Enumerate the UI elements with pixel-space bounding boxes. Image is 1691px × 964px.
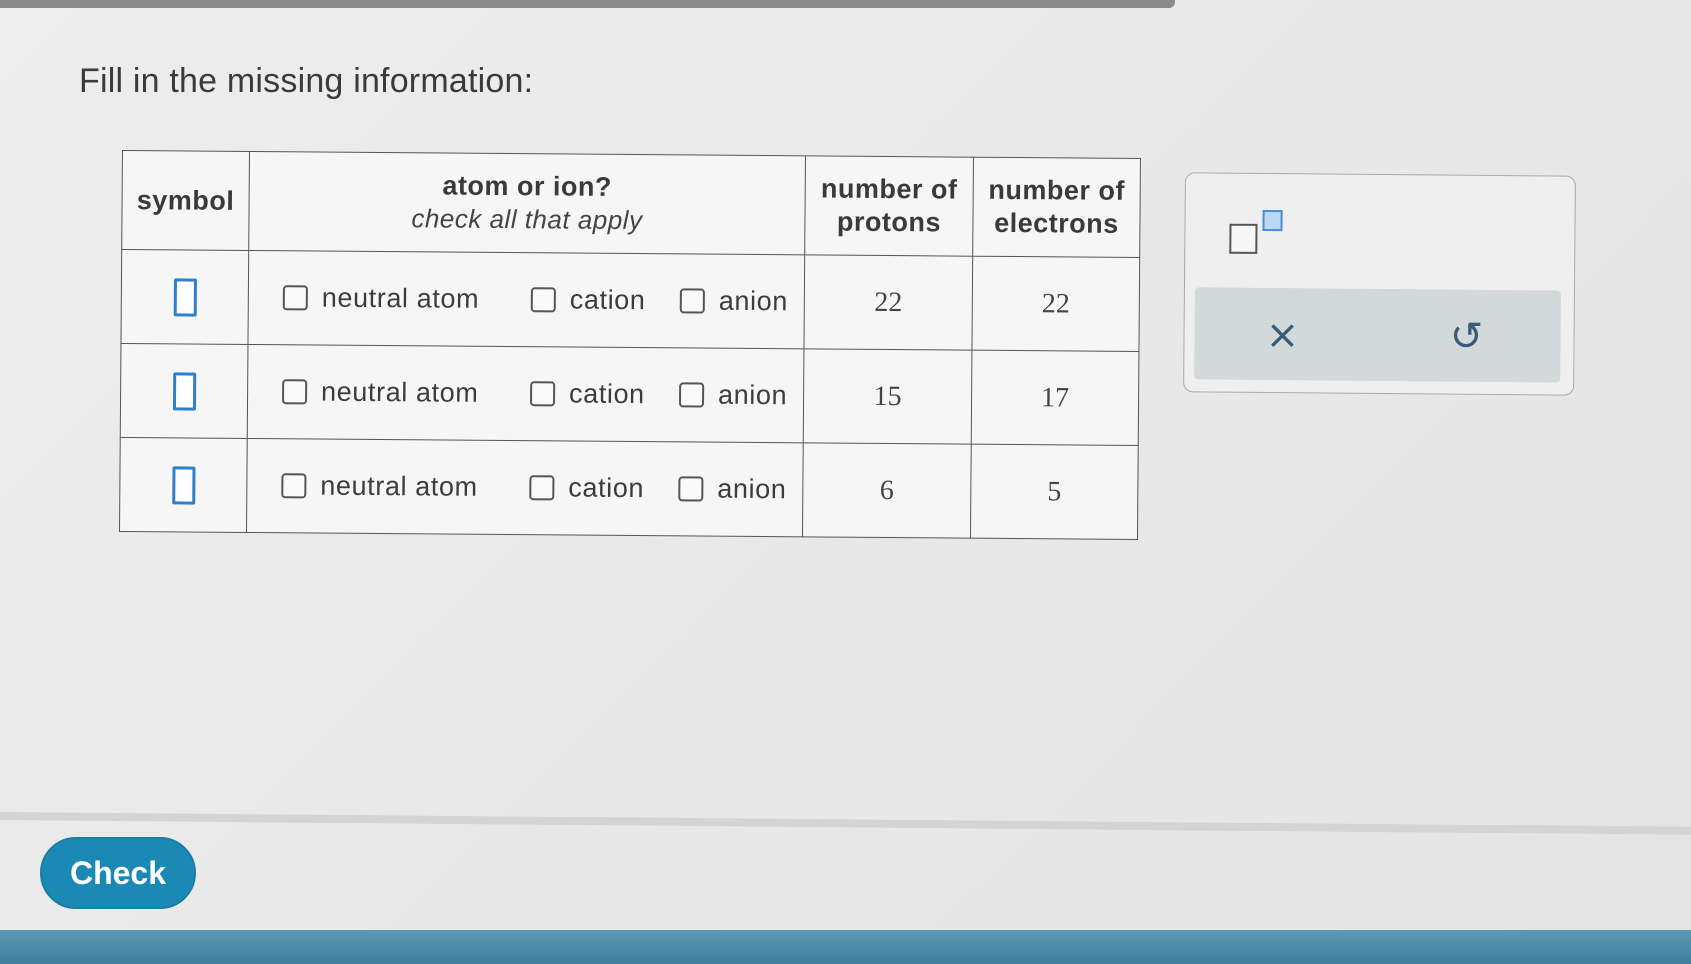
electrons-cell: 5 (970, 444, 1139, 540)
header-atom-or-ion-title: atom or ion? (442, 170, 613, 202)
symbol-cell (120, 343, 248, 439)
electrons-value: 22 (1041, 287, 1070, 319)
table-row: neutral atom cation anion 6 5 (119, 437, 1139, 540)
anion-option[interactable]: anion (678, 379, 788, 411)
superscript-template-icon[interactable] (1229, 209, 1289, 263)
symbol-input[interactable] (173, 277, 197, 317)
header-protons-label: number of protons (820, 173, 958, 238)
protons-value: 6 (879, 474, 894, 506)
header-symbol: symbol (121, 150, 250, 251)
symbol-input[interactable] (172, 371, 196, 411)
cation-checkbox[interactable] (530, 381, 556, 407)
neutral-atom-checkbox[interactable] (282, 285, 308, 311)
option-group: neutral atom cation anion (249, 282, 804, 317)
symbol-cell (120, 249, 249, 345)
symbol-cell (119, 437, 248, 533)
cation-option[interactable]: cation (529, 472, 678, 504)
electrons-cell: 17 (971, 350, 1139, 446)
table-row: neutral atom cation anion 15 17 (120, 343, 1139, 446)
neutral-atom-checkbox[interactable] (281, 473, 307, 499)
anion-label: anion (718, 285, 789, 317)
protons-cell: 6 (802, 442, 972, 539)
cation-checkbox[interactable] (530, 287, 556, 313)
protons-cell: 15 (803, 348, 972, 445)
cation-label: cation (568, 378, 645, 410)
question-prompt: Fill in the missing information: (79, 62, 534, 100)
bottom-bar (0, 930, 1691, 964)
neutral-atom-option[interactable]: neutral atom (282, 376, 530, 409)
anion-label: anion (717, 473, 787, 505)
option-group: neutral atom cation anion (248, 376, 803, 411)
anion-checkbox[interactable] (678, 382, 705, 408)
top-strip (0, 0, 1175, 8)
cation-label: cation (568, 472, 645, 504)
atom-or-ion-cell: neutral atom cation anion (247, 344, 804, 443)
header-atom-or-ion: atom or ion? check all that apply (248, 151, 806, 255)
undo-button[interactable]: ↺ (1436, 308, 1496, 365)
atom-or-ion-cell: neutral atom cation anion (247, 250, 805, 349)
superscript-exponent-box (1262, 209, 1283, 232)
tool-action-bar: × ↺ (1194, 287, 1561, 383)
header-protons: number of protons (804, 155, 974, 257)
cation-checkbox[interactable] (529, 475, 555, 501)
atom-or-ion-cell: neutral atom cation anion (246, 438, 804, 537)
neutral-atom-label: neutral atom (321, 282, 480, 314)
table-row: neutral atom cation anion 22 22 (120, 249, 1140, 352)
header-atom-or-ion-subtitle: check all that apply (411, 203, 643, 236)
footer-divider (0, 812, 1691, 835)
cation-option[interactable]: cation (530, 284, 680, 316)
superscript-base-box (1229, 223, 1258, 254)
anion-checkbox[interactable] (678, 476, 704, 502)
check-button[interactable]: Check (40, 837, 196, 909)
header-electrons: number of electrons (972, 157, 1141, 258)
electrons-cell: 22 (971, 256, 1140, 352)
neutral-atom-label: neutral atom (320, 376, 479, 408)
protons-value: 22 (874, 286, 903, 318)
answer-table: symbol atom or ion? check all that apply… (118, 150, 1141, 540)
neutral-atom-option[interactable]: neutral atom (282, 282, 531, 315)
neutral-atom-option[interactable]: neutral atom (281, 470, 529, 503)
header-electrons-label: number of electrons (988, 174, 1126, 239)
protons-value: 15 (873, 380, 902, 412)
anion-option[interactable]: anion (678, 473, 787, 505)
math-tool-panel: × ↺ (1183, 172, 1576, 396)
protons-cell: 22 (803, 254, 973, 351)
clear-button[interactable]: × (1252, 306, 1312, 363)
anion-checkbox[interactable] (679, 288, 705, 314)
table-header-row: symbol atom or ion? check all that apply… (121, 150, 1141, 258)
option-group: neutral atom cation anion (247, 470, 802, 505)
neutral-atom-label: neutral atom (320, 470, 478, 502)
cation-option[interactable]: cation (530, 378, 679, 410)
cation-label: cation (569, 284, 646, 316)
electrons-value: 5 (1047, 475, 1062, 507)
anion-label: anion (717, 379, 788, 411)
answer-table-container: symbol atom or ion? check all that apply… (118, 150, 1141, 540)
neutral-atom-checkbox[interactable] (282, 379, 308, 405)
anion-option[interactable]: anion (679, 285, 789, 317)
symbol-input[interactable] (171, 465, 196, 505)
electrons-value: 17 (1040, 381, 1070, 413)
